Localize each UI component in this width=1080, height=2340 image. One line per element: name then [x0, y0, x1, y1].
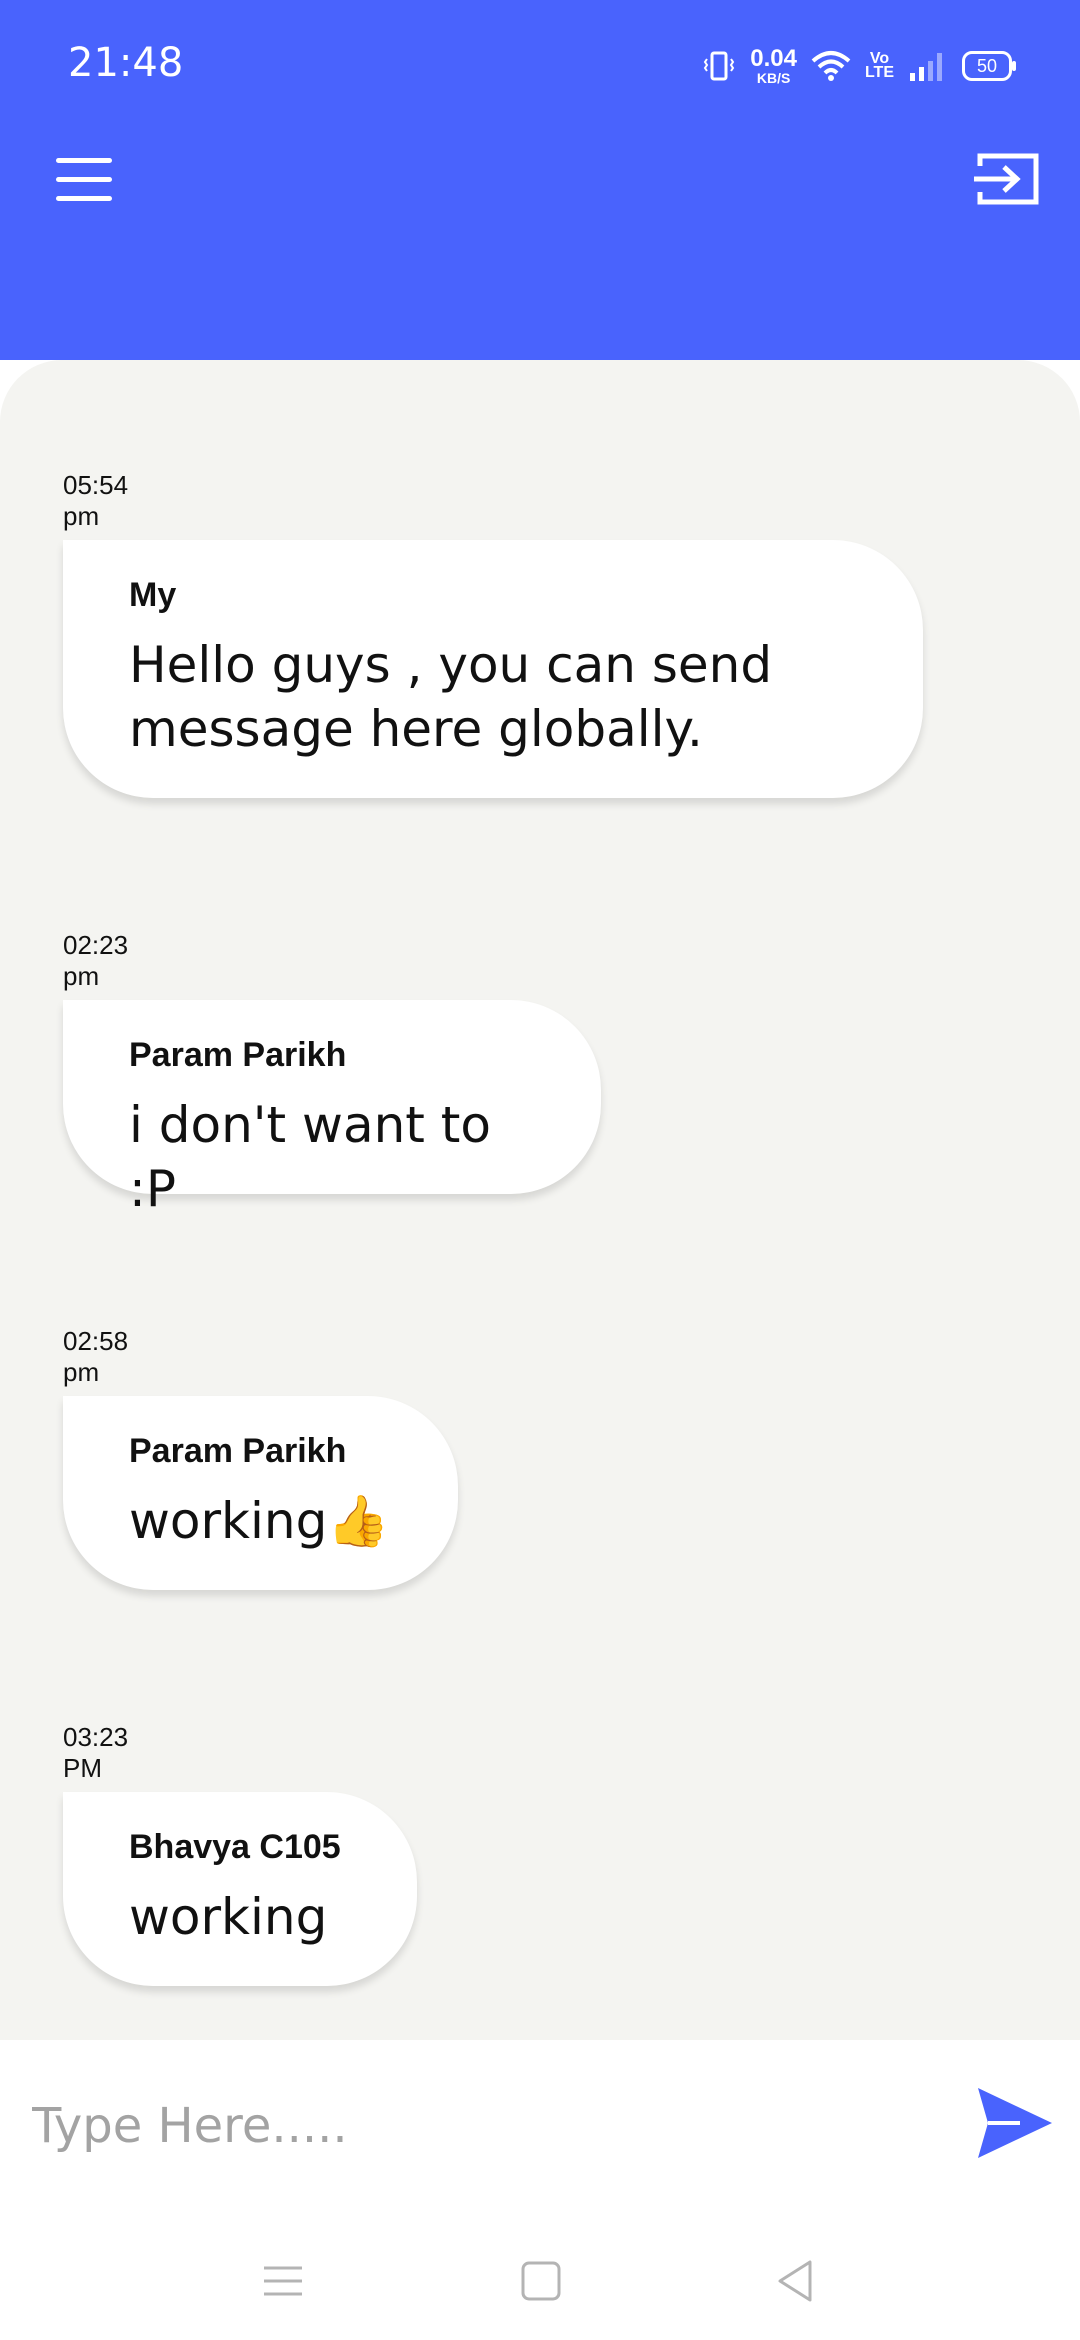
- message-bubble: Bhavya C105 working: [63, 1792, 417, 1986]
- battery-icon: 50: [962, 51, 1016, 81]
- message-time: 05:54 pm: [63, 470, 129, 531]
- message-bubble: Param Parikh i don't want to :P: [63, 1000, 601, 1218]
- message-sender: Param Parikh: [129, 1432, 347, 1470]
- message-input[interactable]: [30, 2080, 934, 2172]
- message-bubble: My Hello guys , you can send message her…: [63, 540, 923, 798]
- message-time: 02:58 pm: [63, 1326, 129, 1387]
- app-header: 21:48 0.04 KB/S Vo LTE 50: [0, 0, 1080, 360]
- message-text: working👍: [129, 1492, 390, 1550]
- volte-label: Vo LTE: [864, 49, 894, 81]
- message-text: working: [129, 1888, 328, 1946]
- hamburger-menu-icon[interactable]: [56, 158, 112, 202]
- back-icon[interactable]: [772, 2258, 818, 2304]
- message-text: Hello guys , you can send message here g…: [129, 636, 773, 758]
- net-speed-unit: KB/S: [756, 70, 791, 86]
- message-time: 03:23 PM: [63, 1722, 129, 1783]
- net-speed: 0.04 KB/S: [750, 45, 797, 86]
- message-sender: Bhavya C105: [129, 1828, 341, 1866]
- recents-icon[interactable]: [260, 2258, 306, 2304]
- chat-messages[interactable]: 05:54 pm My Hello guys , you can send me…: [0, 360, 1080, 2040]
- message-text: i don't want to :P: [129, 1096, 491, 1218]
- message-bubble: Param Parikh working👍: [63, 1396, 458, 1590]
- send-icon[interactable]: [976, 2084, 1054, 2162]
- status-icons: 0.04 KB/S Vo LTE 50: [702, 44, 1016, 88]
- home-icon[interactable]: [518, 2258, 564, 2304]
- logout-icon[interactable]: [972, 150, 1042, 208]
- status-time: 21:48: [68, 40, 184, 86]
- message-sender: Param Parikh: [129, 1036, 347, 1074]
- message-time: 02:23 pm: [63, 930, 129, 991]
- message-sender: My: [129, 576, 177, 614]
- message-composer: [0, 2040, 1080, 2208]
- vibrate-icon: [704, 51, 735, 81]
- wifi-icon: [811, 51, 851, 81]
- system-nav-bar: [0, 2208, 1080, 2340]
- signal-icon: [910, 53, 942, 81]
- net-speed-value: 0.04: [750, 45, 797, 72]
